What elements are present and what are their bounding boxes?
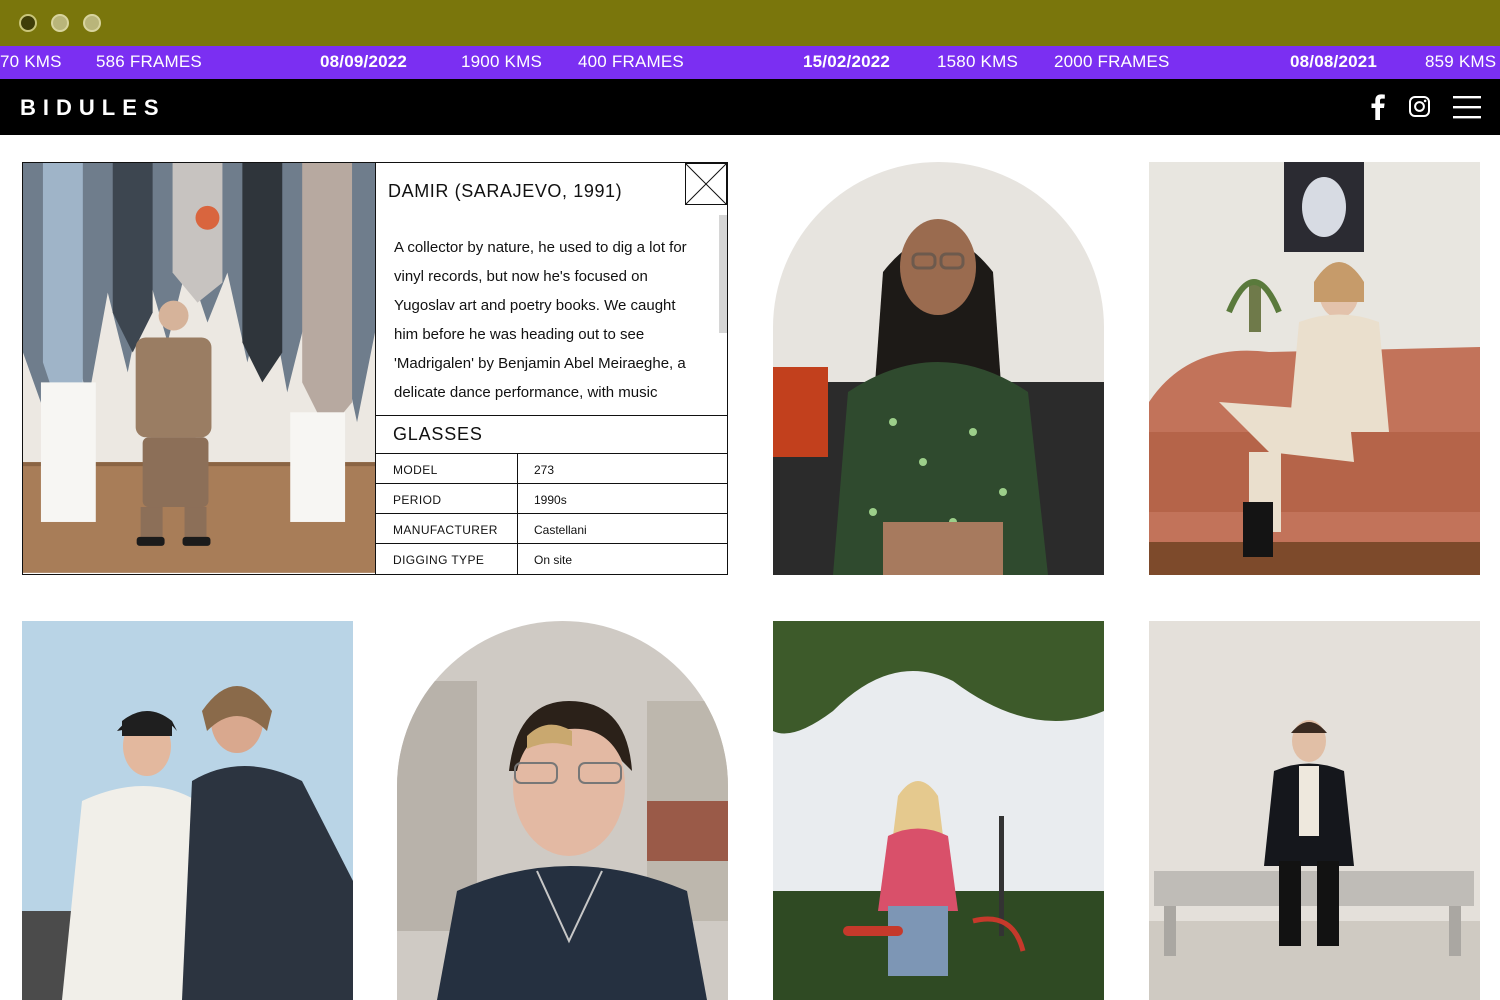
window-minimize-button[interactable] [51, 14, 69, 32]
table-row: MANUFACTURER Castellani [376, 514, 727, 544]
ticker-item: 400 FRAMES [578, 52, 684, 71]
profile-detail-card: DAMIR (SARAJEVO, 1991) A collector by na… [22, 162, 728, 575]
profile-photo[interactable] [22, 621, 353, 1000]
facebook-icon[interactable] [1368, 93, 1388, 121]
ticker-date: 15/02/2022 [803, 52, 891, 71]
window-maximize-button[interactable] [83, 14, 101, 32]
spec-label: MODEL [393, 463, 438, 477]
instagram-icon[interactable] [1408, 93, 1432, 121]
spec-value: On site [534, 553, 573, 567]
ticker-item: 586 FRAMES [96, 52, 202, 71]
ticker-date: 08/08/2021 [1290, 52, 1378, 71]
profile-photo[interactable] [773, 162, 1104, 575]
ticker-item: 859 KMS [1425, 52, 1497, 71]
description-scrollbar[interactable] [719, 215, 727, 333]
spec-label: MANUFACTURER [393, 523, 498, 537]
section-heading-label: GLASSES [393, 424, 483, 444]
spec-value: 273 [534, 463, 555, 477]
site-logo[interactable]: BIDULES [20, 95, 166, 121]
profile-photo[interactable] [1149, 621, 1480, 1000]
profile-photo[interactable] [397, 621, 728, 1000]
table-row: MODEL 273 [376, 454, 727, 484]
profile-description: A collector by nature, he used to dig a … [394, 239, 687, 401]
ticker-item: 2000 FRAMES [1054, 52, 1170, 71]
section-heading: GLASSES [376, 415, 727, 454]
close-button[interactable] [685, 163, 727, 205]
site-header: BIDULES [0, 79, 1500, 135]
profile-info: DAMIR (SARAJEVO, 1991) A collector by na… [376, 163, 727, 574]
table-row: DIGGING TYPE On site [376, 544, 727, 574]
spec-label: DIGGING TYPE [393, 553, 485, 567]
profile-title: DAMIR (SARAJEVO, 1991) [388, 181, 623, 201]
browser-chrome [0, 0, 1500, 46]
spec-label: PERIOD [393, 493, 442, 507]
menu-icon[interactable] [1452, 93, 1482, 121]
table-row: PERIOD 1990s [376, 484, 727, 514]
spec-value: 1990s [534, 493, 567, 507]
ticker-date: 08/09/2022 [320, 52, 408, 71]
ticker-item: 1580 KMS [937, 52, 1018, 71]
stats-ticker: 70 KMS 586 FRAMES 08/09/2022 1900 KMS 40… [0, 46, 1500, 79]
profile-photo[interactable] [1149, 162, 1480, 575]
profile-photo-damir[interactable] [23, 163, 376, 574]
spec-value: Castellani [534, 523, 587, 537]
ticker-item: 1900 KMS [461, 52, 542, 71]
specs-table: MODEL 273 PERIOD 1990s MANUFACTURER Cast… [376, 454, 727, 574]
window-close-button[interactable] [19, 14, 37, 32]
profile-photo[interactable] [773, 621, 1104, 1000]
close-icon [685, 163, 727, 205]
ticker-item: 70 KMS [0, 52, 62, 71]
